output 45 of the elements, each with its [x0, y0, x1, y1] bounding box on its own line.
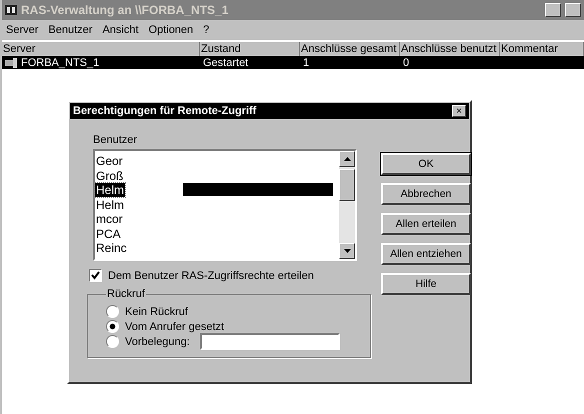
user-list[interactable]: Geor Groß Helm Helm mcor PCA Reinc: [93, 149, 357, 261]
table-cell: 1: [303, 56, 310, 68]
window-title: RAS-Verwaltung an \\FORBA_NTS_1: [21, 3, 230, 17]
list-item[interactable]: Reinc: [95, 241, 128, 256]
radio-button[interactable]: [106, 335, 119, 348]
radio-button[interactable]: [106, 305, 119, 318]
dialog-button[interactable]: Abbrechen: [381, 183, 471, 205]
table-cell: FORBA_NTS_1: [21, 56, 100, 68]
menu-item[interactable]: Ansicht: [102, 24, 139, 36]
menu-item[interactable]: Benutzer: [48, 24, 92, 36]
list-item[interactable]: Helm: [95, 183, 126, 198]
menu-item[interactable]: ?: [203, 24, 210, 36]
list-label: Benutzer: [93, 134, 138, 146]
table-cell: 0: [403, 56, 410, 68]
checkbox-label: Dem Benutzer RAS-Zugriffsrechte erteilen: [108, 270, 314, 282]
number-field[interactable]: [200, 333, 340, 350]
minimize-button[interactable]: [545, 3, 561, 17]
table-cell: Gestartet: [203, 56, 248, 68]
dialog-button[interactable]: OK: [381, 153, 471, 175]
dialog-button[interactable]: Allen entziehen: [381, 243, 471, 265]
list-item[interactable]: PCA: [95, 226, 122, 241]
radio-button[interactable]: [106, 320, 119, 333]
scrollbar[interactable]: [339, 151, 355, 259]
menu-item[interactable]: Optionen: [148, 24, 194, 36]
up-arrow-icon: [344, 157, 350, 161]
list-item[interactable]: Helm: [95, 198, 126, 212]
dialog-title: Berechtigungen für Remote-Zugriff: [73, 105, 256, 117]
checkbox[interactable]: [89, 269, 102, 282]
scroll-thumb[interactable]: [339, 169, 355, 201]
app-icon: [5, 4, 17, 16]
down-arrow-icon: [344, 249, 350, 253]
list-item[interactable]: Geor: [95, 154, 124, 168]
radio-label: Vom Anrufer gesetzt: [125, 320, 224, 332]
list-item[interactable]: Groß: [95, 168, 124, 183]
maximize-button[interactable]: [565, 3, 581, 17]
list-item[interactable]: mcor: [95, 212, 124, 226]
close-button[interactable]: ×: [452, 105, 466, 117]
dialog-button[interactable]: Hilfe: [381, 273, 471, 295]
radio-label: Kein Rückruf: [125, 306, 188, 318]
table-row[interactable]: FORBA_NTS_1 Gestartet 1 0: [2, 56, 584, 69]
radio-label: Vorbelegung:: [125, 336, 190, 348]
dialog-button[interactable]: Allen erteilen: [381, 213, 471, 235]
menu-item[interactable]: Server: [6, 24, 38, 36]
group-label: Rückruf: [106, 288, 146, 300]
server-icon: [5, 58, 17, 68]
